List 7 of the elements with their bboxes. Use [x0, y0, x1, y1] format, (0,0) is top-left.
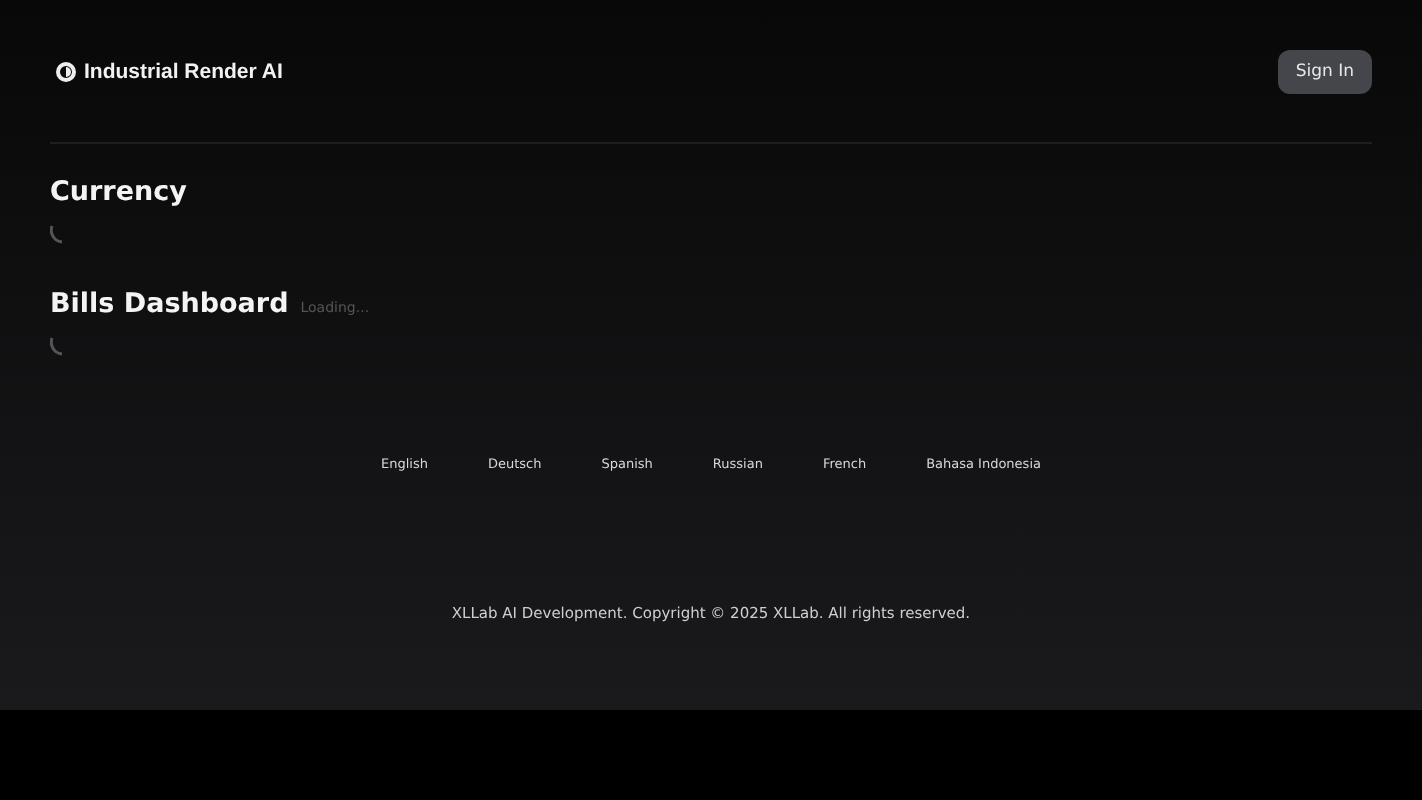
logo-icon [56, 61, 76, 81]
brand-name: Industrial Render AI [84, 59, 283, 83]
section-title: Bills Dashboard [50, 288, 289, 320]
sign-in-button[interactable]: Sign In [1277, 49, 1372, 93]
spinner-icon [50, 336, 66, 356]
section-title: Currency [50, 176, 187, 208]
spinner-icon [50, 224, 66, 244]
